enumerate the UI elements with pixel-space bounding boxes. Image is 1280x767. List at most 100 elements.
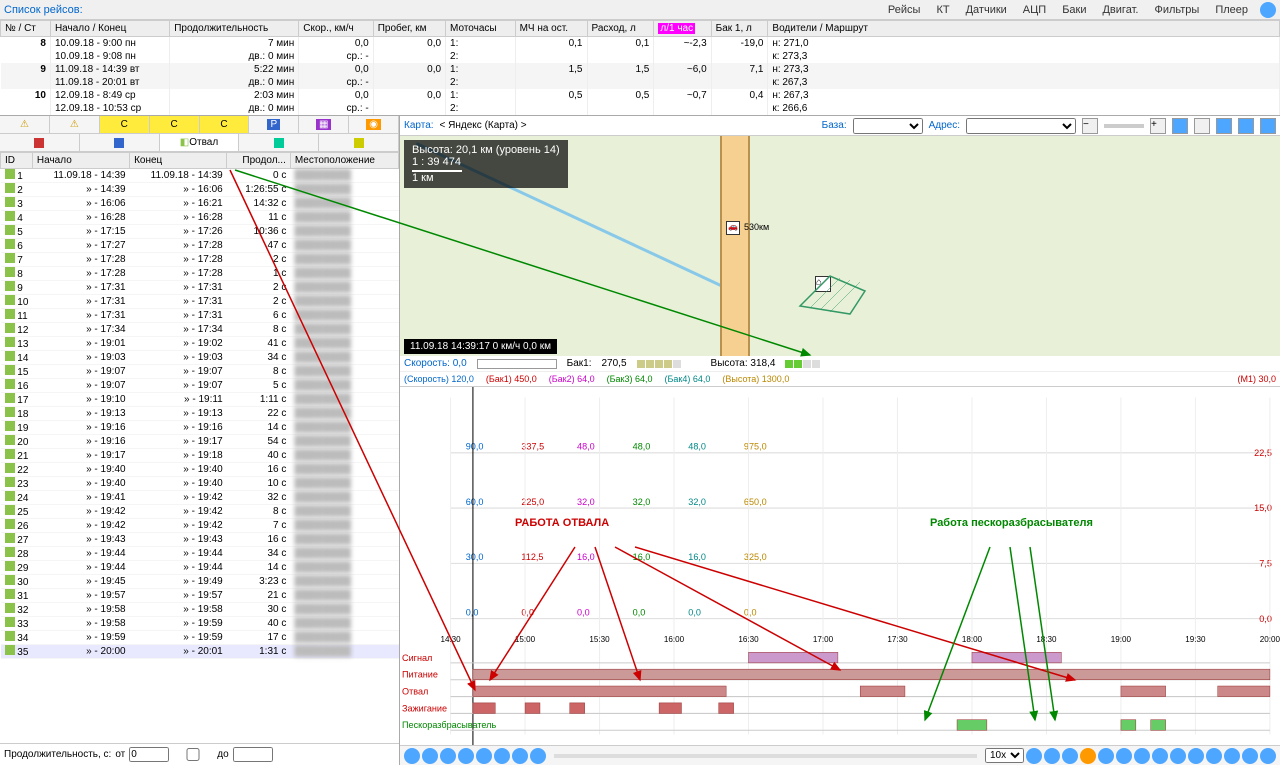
dur-to-check[interactable] xyxy=(173,748,213,761)
pb5-icon[interactable] xyxy=(1098,748,1114,764)
pb1-icon[interactable] xyxy=(1026,748,1042,764)
menu-player[interactable]: Плеер xyxy=(1207,4,1256,16)
event-row[interactable]: 17» - 19:10» - 19:111:11 с████████ xyxy=(1,393,399,407)
tab2-5[interactable] xyxy=(319,134,399,151)
col-start[interactable]: Начало / Конец xyxy=(50,21,169,37)
tab-c3[interactable]: C xyxy=(200,116,250,133)
chart[interactable]: 90,0337,548,048,048,0975,022,560,0225,03… xyxy=(400,386,1280,745)
col-speed[interactable]: Скор., км/ч xyxy=(299,21,373,37)
event-row[interactable]: 111.09.18 - 14:3911.09.18 - 14:390 с████… xyxy=(1,169,399,183)
tab-p[interactable]: P xyxy=(249,116,299,133)
map-provider[interactable]: < Яндекс (Карта) > xyxy=(440,120,527,131)
event-row[interactable]: 28» - 19:44» - 19:4434 с████████ xyxy=(1,547,399,561)
pb11-icon[interactable] xyxy=(1206,748,1222,764)
col-mh[interactable]: Моточасы xyxy=(446,21,516,37)
tab2-blade[interactable]: ◧ Отвал xyxy=(160,134,240,151)
event-row[interactable]: 5» - 17:15» - 17:2610:36 с████████ xyxy=(1,225,399,239)
ehdr-id[interactable]: ID xyxy=(1,153,33,169)
dur-to-input[interactable] xyxy=(233,747,273,762)
collapse-icon[interactable] xyxy=(1260,2,1276,18)
trip-row[interactable]: 1012.09.18 - 8:49 ср2:03 мин0,00,01:0,50… xyxy=(1,89,1280,102)
map-tool3-icon[interactable] xyxy=(1216,118,1232,134)
tab-c1[interactable]: C xyxy=(100,116,150,133)
map-tool2-icon[interactable] xyxy=(1194,118,1210,134)
event-row[interactable]: 25» - 19:42» - 19:428 с████████ xyxy=(1,505,399,519)
tab-purple[interactable]: ▦ xyxy=(299,116,349,133)
pb6-icon[interactable] xyxy=(1116,748,1132,764)
trip-row[interactable]: 12.09.18 - 10:53 срдв.: 0 минср.: -2:к: … xyxy=(1,102,1280,115)
play-rew-icon[interactable] xyxy=(440,748,456,764)
trip-row[interactable]: 11.09.18 - 20:01 втдв.: 0 минср.: -2:к: … xyxy=(1,76,1280,89)
ehdr-loc[interactable]: Местоположение xyxy=(290,153,398,169)
map-tool5-icon[interactable] xyxy=(1260,118,1276,134)
speed-select[interactable]: 10x xyxy=(985,748,1024,763)
event-row[interactable]: 26» - 19:42» - 19:427 с████████ xyxy=(1,519,399,533)
event-row[interactable]: 3» - 16:06» - 16:2114:32 с████████ xyxy=(1,197,399,211)
event-row[interactable]: 35» - 20:00» - 20:011:31 с████████ xyxy=(1,645,399,659)
pb4-icon[interactable] xyxy=(1080,748,1096,764)
pb13-icon[interactable] xyxy=(1242,748,1258,764)
event-row[interactable]: 31» - 19:57» - 19:5721 с████████ xyxy=(1,589,399,603)
pb10-icon[interactable] xyxy=(1188,748,1204,764)
play-prev-icon[interactable] xyxy=(422,748,438,764)
menu-engine[interactable]: Двигат. xyxy=(1094,4,1146,16)
tab2-4[interactable] xyxy=(239,134,319,151)
col-mho[interactable]: МЧ на ост. xyxy=(515,21,587,37)
trip-row[interactable]: 810.09.18 - 9:00 пн7 мин0,00,01:0,10,1~-… xyxy=(1,37,1280,51)
dur-from-input[interactable] xyxy=(129,747,169,762)
pb7-icon[interactable] xyxy=(1134,748,1150,764)
event-row[interactable]: 11» - 17:31» - 17:316 с████████ xyxy=(1,309,399,323)
tab-warn2[interactable]: ⚠ xyxy=(50,116,100,133)
addr-select[interactable] xyxy=(966,118,1076,134)
menu-kt[interactable]: КТ xyxy=(928,4,957,16)
play-last-icon[interactable] xyxy=(530,748,546,764)
col-dur[interactable]: Продолжительность xyxy=(170,21,299,37)
event-row[interactable]: 33» - 19:58» - 19:5940 с████████ xyxy=(1,617,399,631)
event-row[interactable]: 22» - 19:40» - 19:4016 с████████ xyxy=(1,463,399,477)
event-row[interactable]: 34» - 19:59» - 19:5917 с████████ xyxy=(1,631,399,645)
zoom-slider[interactable] xyxy=(1104,124,1144,128)
ehdr-start[interactable]: Начало xyxy=(32,153,129,169)
menu-trips[interactable]: Рейсы xyxy=(880,4,929,16)
menu-tanks[interactable]: Баки xyxy=(1054,4,1094,16)
event-row[interactable]: 21» - 19:17» - 19:1840 с████████ xyxy=(1,449,399,463)
ehdr-end[interactable]: Конец xyxy=(130,153,227,169)
tab2-1[interactable] xyxy=(0,134,80,151)
event-row[interactable]: 19» - 19:16» - 19:1614 с████████ xyxy=(1,421,399,435)
event-row[interactable]: 9» - 17:31» - 17:312 с████████ xyxy=(1,281,399,295)
pb2-icon[interactable] xyxy=(1044,748,1060,764)
event-row[interactable]: 12» - 17:34» - 17:348 с████████ xyxy=(1,323,399,337)
map-tool1-icon[interactable] xyxy=(1172,118,1188,134)
tab2-2[interactable] xyxy=(80,134,160,151)
event-row[interactable]: 7» - 17:28» - 17:282 с████████ xyxy=(1,253,399,267)
col-num[interactable]: № / Ст xyxy=(1,21,51,37)
col-tank[interactable]: Бак 1, л xyxy=(711,21,768,37)
event-row[interactable]: 15» - 19:07» - 19:078 с████████ xyxy=(1,365,399,379)
event-row[interactable]: 24» - 19:41» - 19:4232 с████████ xyxy=(1,491,399,505)
playback-slider[interactable] xyxy=(554,754,977,758)
event-row[interactable]: 8» - 17:28» - 17:281 с████████ xyxy=(1,267,399,281)
map[interactable]: Высота: 20,1 км (уровень 14) 1 : 39 474 … xyxy=(400,136,1280,356)
play-next-icon[interactable] xyxy=(512,748,528,764)
trip-row[interactable]: 10.09.18 - 9:08 пндв.: 0 минср.: -2:к: 2… xyxy=(1,50,1280,63)
event-row[interactable]: 14» - 19:03» - 19:0334 с████████ xyxy=(1,351,399,365)
vehicle-icon[interactable]: 🚗 xyxy=(726,221,740,235)
event-row[interactable]: 29» - 19:44» - 19:4414 с████████ xyxy=(1,561,399,575)
event-row[interactable]: 27» - 19:43» - 19:4316 с████████ xyxy=(1,533,399,547)
zoom-out-icon[interactable]: − xyxy=(1082,118,1098,134)
col-lh[interactable]: л/1 час xyxy=(654,21,711,37)
zoom-in-icon[interactable]: + xyxy=(1150,118,1166,134)
menu-sensors[interactable]: Датчики xyxy=(958,4,1015,16)
event-row[interactable]: 2» - 14:39» - 16:061:26:55 с████████ xyxy=(1,183,399,197)
event-row[interactable]: 4» - 16:28» - 16:2811 с████████ xyxy=(1,211,399,225)
tab-orange[interactable]: ◉ xyxy=(349,116,399,133)
event-row[interactable]: 23» - 19:40» - 19:4010 с████████ xyxy=(1,477,399,491)
pb9-icon[interactable] xyxy=(1170,748,1186,764)
base-select[interactable] xyxy=(853,118,923,134)
menu-filters[interactable]: Фильтры xyxy=(1146,4,1207,16)
play-play-icon[interactable] xyxy=(458,748,474,764)
tab-c2[interactable]: C xyxy=(150,116,200,133)
col-driver[interactable]: Водители / Маршрут xyxy=(768,21,1280,37)
pb12-icon[interactable] xyxy=(1224,748,1240,764)
event-row[interactable]: 20» - 19:16» - 19:1754 с████████ xyxy=(1,435,399,449)
